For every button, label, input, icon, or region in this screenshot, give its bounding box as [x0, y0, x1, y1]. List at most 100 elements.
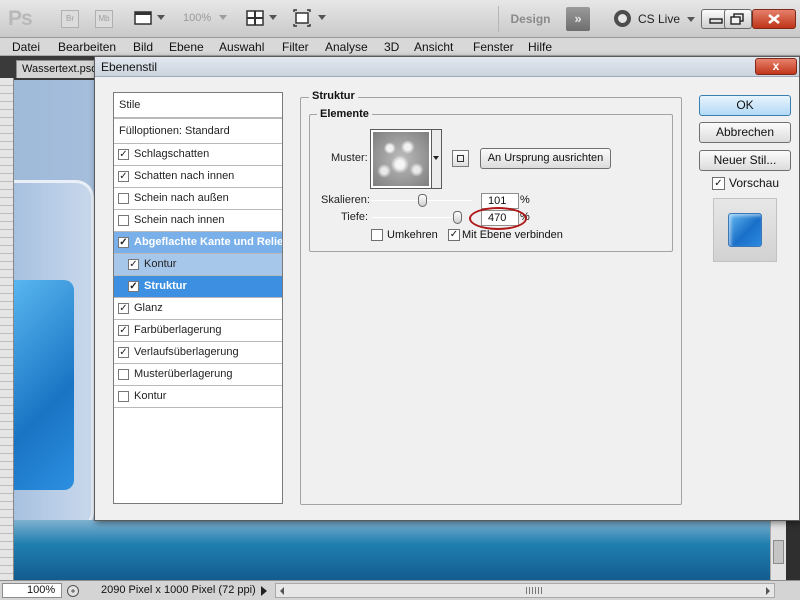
screen-mode-caret-icon[interactable]	[318, 15, 326, 20]
bridge-button[interactable]: Br	[61, 10, 79, 28]
style-checkbox[interactable]: ✓	[128, 281, 139, 292]
zoom-level-display[interactable]: 100%	[183, 12, 211, 24]
menu-filter[interactable]: Filter	[282, 40, 309, 54]
style-item-gradient-overlay[interactable]: ✓ Verlaufsüberlagerung	[114, 342, 282, 364]
menu-bearbeiten[interactable]: Bearbeiten	[58, 40, 116, 54]
document-tab[interactable]: Wassertext.psd	[16, 60, 106, 78]
dialog-close-button[interactable]: x	[755, 58, 797, 75]
screen-mode-icon[interactable]	[293, 9, 311, 27]
preview-label[interactable]: Vorschau	[729, 176, 779, 190]
style-checkbox[interactable]	[118, 369, 129, 380]
invert-checkbox[interactable]	[371, 229, 383, 241]
blending-options-item[interactable]: Fülloptionen: Standard	[114, 118, 282, 144]
style-item-drop-shadow[interactable]: ✓ Schlagschatten	[114, 144, 282, 166]
style-checkbox[interactable]: ✓	[118, 325, 129, 336]
view-extras-icon[interactable]	[134, 9, 152, 27]
preview-checkbox[interactable]: ✓	[712, 177, 725, 190]
photoshop-logo: Ps	[8, 7, 33, 30]
status-bar: 100% 2090 Pixel x 1000 Pixel (72 ppi)	[0, 580, 800, 600]
style-checkbox[interactable]: ✓	[128, 259, 139, 270]
style-checkbox[interactable]: ✓	[118, 149, 129, 160]
scroll-left-icon[interactable]	[278, 586, 286, 596]
style-item-inner-glow[interactable]: Schein nach innen	[114, 210, 282, 232]
invert-label[interactable]: Umkehren	[387, 229, 438, 241]
minibridge-button[interactable]: Mb	[95, 10, 113, 28]
status-zoom-field[interactable]: 100%	[2, 583, 62, 598]
cs-live-caret-icon[interactable]	[687, 17, 695, 22]
link-with-layer-label[interactable]: Mit Ebene verbinden	[462, 229, 563, 241]
app-close-button[interactable]	[752, 9, 796, 29]
pattern-picker[interactable]	[370, 129, 432, 189]
new-style-button[interactable]: Neuer Stil...	[699, 150, 791, 171]
ok-button[interactable]: OK	[699, 95, 791, 116]
style-checkbox[interactable]	[118, 215, 129, 226]
dialog-titlebar[interactable]: Ebenenstil x	[95, 57, 799, 77]
menu-datei[interactable]: Datei	[12, 40, 40, 54]
new-preset-icon	[457, 155, 464, 162]
status-menu-arrow-icon[interactable]	[259, 585, 269, 597]
close-icon	[768, 13, 780, 25]
scale-slider-thumb[interactable]	[418, 194, 427, 207]
horizontal-scrollbar-grip[interactable]	[526, 587, 542, 594]
link-with-layer-checkbox[interactable]: ✓	[448, 229, 460, 241]
style-checkbox[interactable]: ✓	[118, 347, 129, 358]
menu-bar: Datei Bearbeiten Bild Ebene Auswahl Filt…	[0, 38, 800, 56]
style-checkbox[interactable]: ✓	[118, 237, 129, 248]
document-info: 2090 Pixel x 1000 Pixel (72 ppi)	[101, 584, 256, 596]
view-extras-caret-icon[interactable]	[157, 15, 165, 20]
scroll-right-icon[interactable]	[764, 586, 772, 596]
workspace-design-button[interactable]: Design	[498, 6, 562, 32]
cs-live-icon[interactable]	[614, 10, 631, 27]
style-item-contour[interactable]: ✓ Kontur	[114, 254, 282, 276]
style-preview-box	[713, 198, 777, 262]
application-bar: Ps Br Mb 100% Design » CS Live	[0, 0, 800, 38]
style-checkbox[interactable]: ✓	[118, 171, 129, 182]
depth-slider-thumb[interactable]	[452, 211, 462, 224]
style-item-satin[interactable]: ✓ Glanz	[114, 298, 282, 320]
sea-artwork	[14, 520, 770, 580]
pattern-dropdown-button[interactable]	[432, 129, 442, 189]
arrange-caret-icon[interactable]	[269, 15, 277, 20]
style-item-pattern-overlay[interactable]: Musterüberlagerung	[114, 364, 282, 386]
highlight-annotation-circle	[469, 207, 527, 230]
style-item-inner-shadow[interactable]: ✓ Schatten nach innen	[114, 166, 282, 188]
depth-label: Tiefe:	[341, 211, 369, 223]
menu-ebene[interactable]: Ebene	[169, 40, 204, 54]
new-pattern-preset-button[interactable]	[452, 150, 469, 167]
style-item-bevel-emboss[interactable]: ✓ Abgeflachte Kante und Relief	[114, 232, 282, 254]
zoom-caret-icon[interactable]	[219, 15, 227, 20]
status-info-icon[interactable]	[66, 584, 80, 598]
restore-icon	[730, 13, 744, 25]
scale-unit: %	[520, 194, 530, 206]
cancel-button[interactable]: Abbrechen	[699, 122, 791, 143]
restore-button[interactable]	[724, 9, 752, 29]
style-item-texture[interactable]: ✓ Struktur	[114, 276, 282, 298]
menu-bild[interactable]: Bild	[133, 40, 153, 54]
style-item-outer-glow[interactable]: Schein nach außen	[114, 188, 282, 210]
style-item-color-overlay[interactable]: ✓ Farbüberlagerung	[114, 320, 282, 342]
water-text-artwork	[14, 280, 74, 490]
menu-ansicht[interactable]: Ansicht	[414, 40, 453, 54]
styles-header[interactable]: Stile	[114, 93, 282, 118]
style-preview-swatch	[728, 213, 762, 247]
style-checkbox[interactable]	[118, 193, 129, 204]
more-workspaces-button[interactable]: »	[566, 7, 590, 31]
vertical-scrollbar-thumb[interactable]	[773, 540, 784, 564]
style-checkbox[interactable]: ✓	[118, 303, 129, 314]
vertical-ruler	[0, 78, 14, 580]
style-item-stroke[interactable]: Kontur	[114, 386, 282, 408]
cs-live-label[interactable]: CS Live	[638, 12, 680, 26]
horizontal-scrollbar[interactable]	[275, 583, 775, 598]
style-checkbox[interactable]	[118, 391, 129, 402]
snap-to-origin-button[interactable]: An Ursprung ausrichten	[480, 148, 611, 169]
menu-3d[interactable]: 3D	[384, 40, 399, 54]
menu-hilfe[interactable]: Hilfe	[528, 40, 552, 54]
menu-auswahl[interactable]: Auswahl	[219, 40, 264, 54]
depth-slider[interactable]	[372, 217, 462, 218]
arrange-documents-icon[interactable]	[246, 9, 264, 27]
layer-style-dialog: Ebenenstil x Stile Fülloptionen: Standar…	[94, 56, 800, 521]
menu-fenster[interactable]: Fenster	[473, 40, 514, 54]
menu-analyse[interactable]: Analyse	[325, 40, 368, 54]
styles-list: Stile Fülloptionen: Standard ✓ Schlagsch…	[113, 92, 283, 504]
scale-label: Skalieren:	[321, 194, 370, 206]
